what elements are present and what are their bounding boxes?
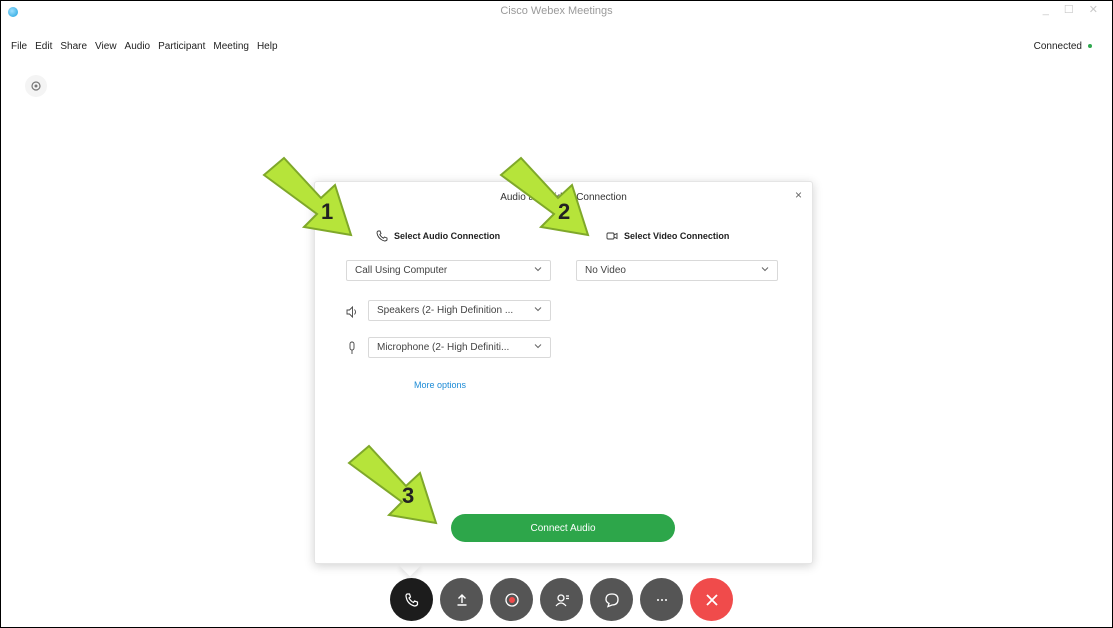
audio-connection-value: Call Using Computer — [355, 265, 448, 276]
window-title: Cisco Webex Meetings — [500, 5, 613, 17]
annotation-arrow-1: 1 — [262, 156, 353, 237]
meeting-toolbar — [390, 578, 733, 621]
chevron-down-icon — [534, 267, 542, 272]
chevron-down-icon — [534, 344, 542, 349]
menu-edit[interactable]: Edit — [35, 41, 52, 52]
chat-icon — [604, 592, 619, 608]
share-button[interactable] — [440, 578, 483, 621]
annotation-arrow-2: 2 — [499, 156, 590, 237]
microphone-icon — [349, 341, 355, 354]
video-connection-value: No Video — [585, 265, 626, 276]
menu-share[interactable]: Share — [60, 41, 87, 52]
connection-status: Connected — [1034, 41, 1092, 52]
record-button[interactable] — [490, 578, 533, 621]
menu-participant[interactable]: Participant — [158, 41, 205, 52]
settings-button[interactable] — [25, 75, 47, 97]
microphone-select[interactable]: Microphone (2- High Definiti... — [368, 337, 551, 358]
close-icon — [705, 593, 718, 606]
speaker-icon — [346, 305, 356, 319]
chevron-down-icon — [534, 307, 542, 312]
chevron-down-icon — [761, 267, 769, 272]
menu-view[interactable]: View — [95, 41, 117, 52]
video-section-text: Select Video Connection — [624, 231, 730, 241]
arrow-2-label: 2 — [558, 199, 570, 224]
menu-meeting[interactable]: Meeting — [213, 41, 249, 52]
connect-audio-button[interactable]: Connect Audio — [451, 514, 675, 542]
menu-bar: File Edit Share View Audio Participant M… — [11, 41, 278, 52]
camera-icon — [606, 232, 618, 240]
phone-icon — [376, 230, 388, 242]
phone-settings-icon — [404, 592, 418, 607]
app-window: Cisco Webex Meetings _ ☐ ✕ File Edit Sha… — [0, 0, 1113, 628]
more-dots-icon — [656, 598, 667, 601]
title-bar: Cisco Webex Meetings _ ☐ ✕ — [1, 1, 1112, 37]
leave-meeting-button[interactable] — [690, 578, 733, 621]
chat-button[interactable] — [590, 578, 633, 621]
window-controls[interactable]: _ ☐ ✕ — [1043, 3, 1104, 16]
arrow-3-label: 3 — [402, 483, 414, 508]
participants-icon — [555, 593, 569, 606]
annotation-arrow-3: 3 — [347, 444, 438, 525]
more-options-link[interactable]: More options — [414, 380, 466, 390]
menu-file[interactable]: File — [11, 41, 27, 52]
video-connection-select[interactable]: No Video — [576, 260, 778, 281]
video-section-label: Select Video Connection — [606, 230, 729, 242]
menu-audio[interactable]: Audio — [125, 41, 151, 52]
arrow-1-label: 1 — [321, 199, 333, 224]
menu-help[interactable]: Help — [257, 41, 278, 52]
status-dot-icon — [1088, 44, 1092, 49]
record-icon — [504, 592, 519, 607]
audio-section-label: Select Audio Connection — [376, 230, 500, 242]
speaker-value: Speakers (2- High Definition ... — [377, 305, 514, 316]
microphone-value: Microphone (2- High Definiti... — [377, 342, 510, 353]
participants-button[interactable] — [540, 578, 583, 621]
close-icon[interactable]: × — [795, 188, 802, 202]
audio-section-text: Select Audio Connection — [394, 231, 501, 241]
speaker-select[interactable]: Speakers (2- High Definition ... — [368, 300, 551, 321]
upload-icon — [457, 593, 466, 606]
audio-connection-select[interactable]: Call Using Computer — [346, 260, 551, 281]
gear-icon — [31, 81, 41, 91]
more-button[interactable] — [640, 578, 683, 621]
status-text: Connected — [1033, 41, 1082, 52]
audio-connection-button[interactable] — [390, 578, 433, 621]
